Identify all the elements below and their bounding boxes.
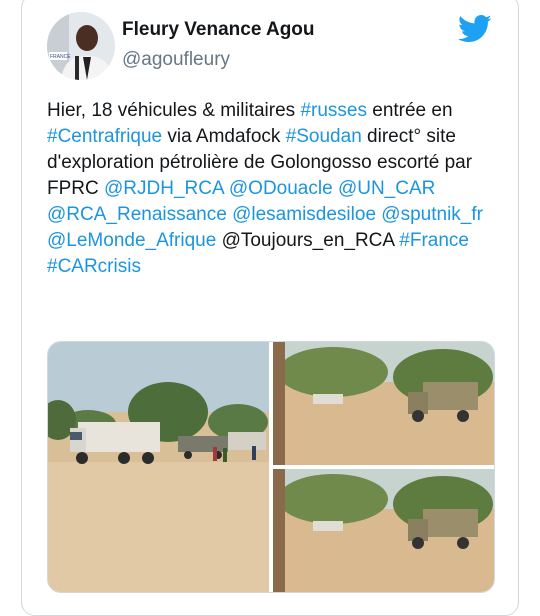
mention-link[interactable]: @ODouacle: [229, 178, 333, 199]
tweet-text-segment: Hier, 18 véhicules & militaires: [47, 100, 301, 121]
twitter-bird-icon[interactable]: [458, 14, 492, 44]
tweet-text-segment: via Amdafock: [162, 126, 286, 147]
user-handle[interactable]: @agoufleury: [122, 49, 230, 71]
tweet-text-segment: entrée en: [366, 100, 453, 121]
mention-link[interactable]: @RJDH_RCA: [104, 178, 224, 199]
mention-link[interactable]: @LeMonde_Afrique: [47, 230, 216, 251]
photo-trucks-convoy[interactable]: [48, 342, 269, 592]
photo-military-truck[interactable]: [273, 469, 494, 592]
tweet-text-segment: @Toujours_en_RCA: [216, 230, 400, 251]
avatar-badge-text: FRANCE: [50, 54, 71, 60]
photo-military-truck[interactable]: [273, 342, 494, 465]
mention-link[interactable]: @sputnik_fr: [381, 204, 483, 225]
mention-link[interactable]: @RCA_Renaissance: [47, 204, 227, 225]
display-name[interactable]: Fleury Venance Agou: [122, 19, 315, 41]
hashtag-link[interactable]: #russes: [300, 100, 367, 121]
mention-link[interactable]: @UN_CAR: [338, 178, 435, 199]
avatar[interactable]: FRANCE: [47, 12, 115, 80]
tweet-text: Hier, 18 véhicules & militaires #russes …: [47, 98, 507, 280]
hashtag-link[interactable]: #France: [399, 230, 469, 251]
hashtag-link[interactable]: #Soudan: [286, 126, 362, 147]
mention-link[interactable]: @lesamisdesiloe: [232, 204, 376, 225]
hashtag-link[interactable]: #Centrafrique: [47, 126, 162, 147]
media-grid[interactable]: [47, 341, 495, 593]
hashtag-link[interactable]: #CARcrisis: [47, 256, 141, 277]
